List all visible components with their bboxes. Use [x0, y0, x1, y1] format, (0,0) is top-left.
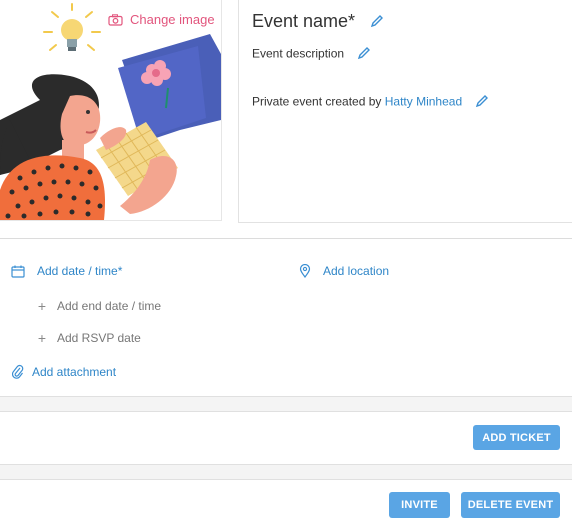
add-ticket-button[interactable]: ADD TICKET	[473, 425, 560, 450]
event-details-card	[238, 0, 572, 223]
section-divider	[0, 238, 572, 239]
add-ticket-label: ADD TICKET	[482, 431, 551, 444]
add-rsvp-date-label: Add RSVP date	[57, 331, 141, 345]
edit-description-pencil-icon[interactable]	[357, 46, 371, 63]
calendar-icon	[11, 265, 25, 278]
add-end-date-time-label: Add end date / time	[57, 299, 162, 313]
add-rsvp-date-button[interactable]: + Add RSVP date	[36, 330, 141, 346]
add-date-time-button[interactable]: Add date / time*	[11, 264, 122, 278]
add-attachment-button[interactable]: Add attachment	[12, 364, 116, 379]
plus-icon: +	[37, 298, 47, 314]
change-image-button[interactable]: Change image	[108, 12, 215, 27]
invite-button[interactable]: INVITE	[389, 492, 450, 518]
add-date-time-label: Add date / time*	[37, 264, 123, 278]
event-image	[0, 0, 222, 221]
event-creator-row: Private event created by Hatty Minhead	[252, 94, 489, 111]
creator-prefix: Private event created by	[252, 94, 382, 109]
add-location-button[interactable]: Add location	[299, 264, 389, 278]
add-end-date-time-button[interactable]: + Add end date / time	[36, 298, 161, 314]
add-location-label: Add location	[323, 264, 390, 278]
creator-name-link[interactable]: Hatty Minhead	[385, 95, 462, 109]
invite-label: INVITE	[401, 499, 438, 511]
plus-icon: +	[37, 330, 47, 346]
camera-icon	[108, 13, 123, 26]
section-separator	[0, 464, 572, 480]
delete-event-button[interactable]: DELETE EVENT	[461, 492, 560, 518]
event-name-row: Event name*	[252, 11, 384, 33]
event-description: Event description	[252, 46, 345, 61]
paperclip-icon	[12, 364, 24, 379]
map-pin-icon	[299, 264, 311, 278]
section-separator	[0, 396, 572, 412]
event-name: Event name*	[252, 11, 356, 31]
event-illustration	[0, 3, 221, 220]
edit-creator-pencil-icon[interactable]	[475, 94, 489, 111]
edit-event-name-pencil-icon[interactable]	[370, 12, 384, 33]
event-description-row: Event description	[252, 46, 371, 63]
change-image-label: Change image	[130, 12, 215, 27]
delete-event-label: DELETE EVENT	[467, 499, 554, 511]
add-attachment-label: Add attachment	[32, 364, 117, 379]
